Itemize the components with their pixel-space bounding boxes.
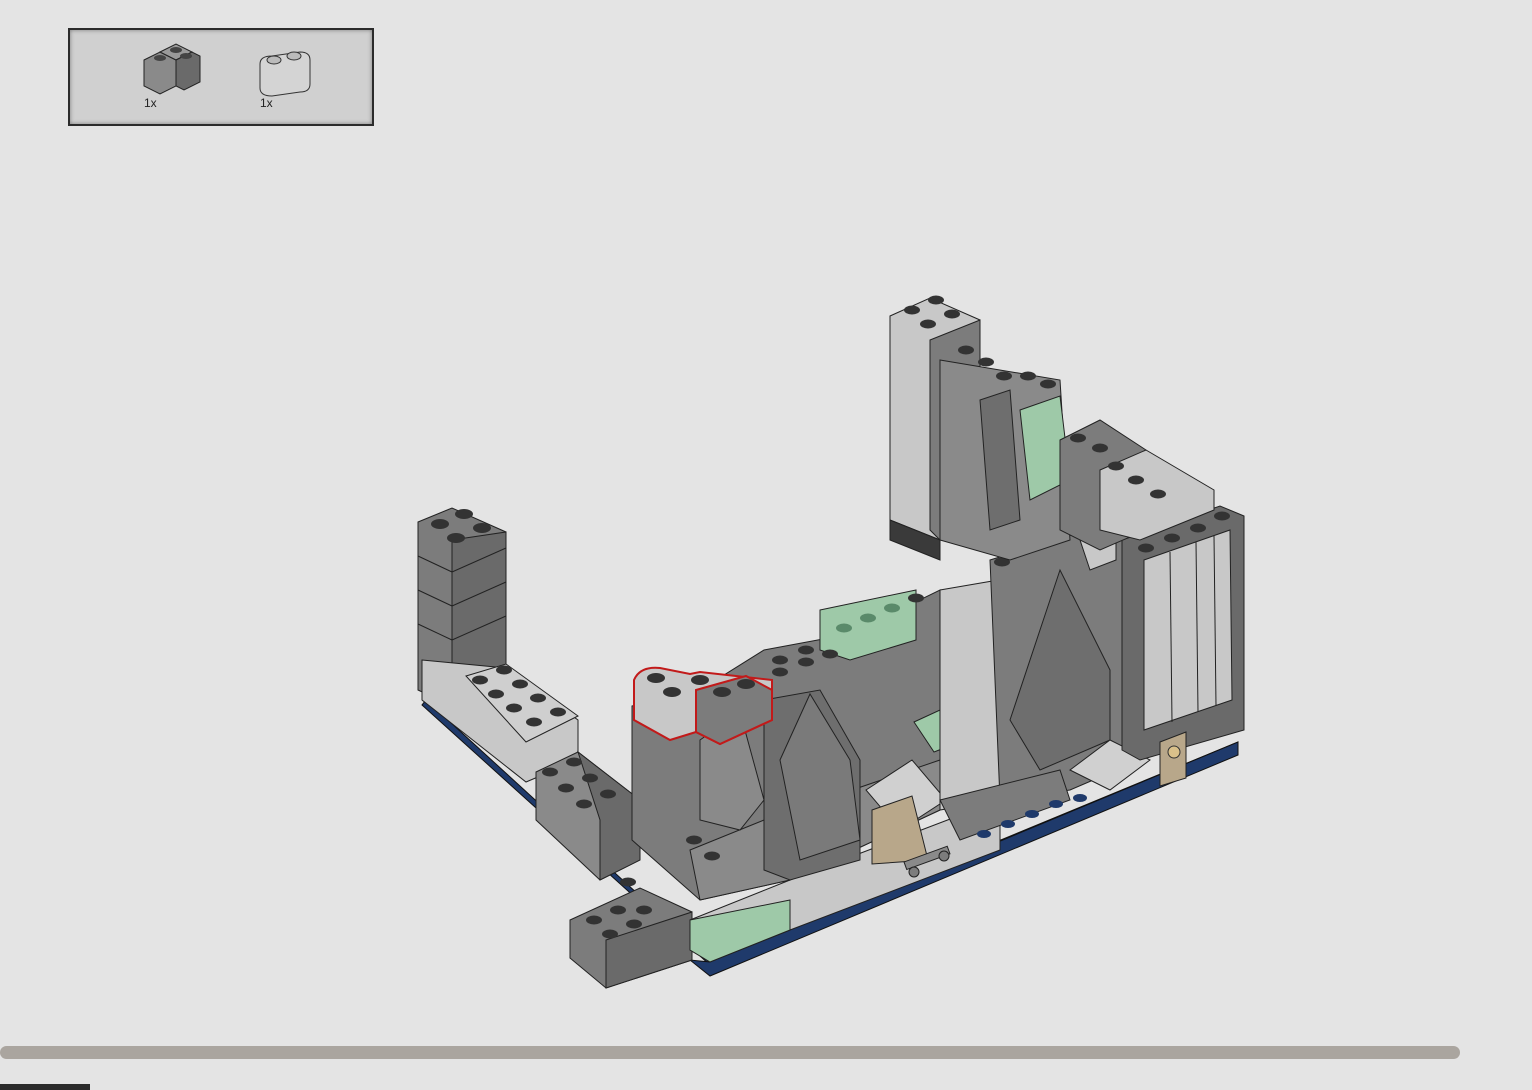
- front-wall: [631, 589, 961, 901]
- front-corner-brick: [569, 877, 693, 989]
- right-window-frame: [1121, 505, 1245, 787]
- left-arm: [535, 750, 641, 881]
- progress-bar: [0, 1046, 1460, 1059]
- page-corner-mark: [0, 1084, 90, 1090]
- model-illustration: [417, 295, 1245, 989]
- back-wall: [889, 295, 1215, 561]
